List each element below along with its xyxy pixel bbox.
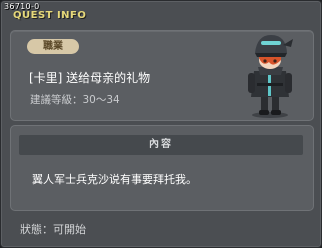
- quest-status: 狀態：可開始: [20, 223, 86, 236]
- job-tag: 職業: [27, 39, 79, 54]
- content-text: 翼人军士兵克沙说有事要拜托我。: [32, 173, 197, 186]
- content-heading: 內容: [19, 135, 303, 155]
- window-title: QUEST INFO: [13, 10, 87, 21]
- quest-summary-panel: 職業 [卡里] 送给母亲的礼物 建議等級：30～34: [10, 30, 314, 121]
- quest-content-panel: 內容 翼人军士兵克沙说有事要拜托我。: [10, 125, 314, 211]
- character-avatar-icon: [248, 35, 293, 118]
- recommended-level: 建議等級：30～34: [30, 94, 120, 106]
- quest-name: [卡里] 送给母亲的礼物: [29, 71, 151, 85]
- quest-info-window: 36710-0 QUEST INFO 職業 [卡里] 送给母亲的礼物 建議等級：…: [0, 0, 322, 248]
